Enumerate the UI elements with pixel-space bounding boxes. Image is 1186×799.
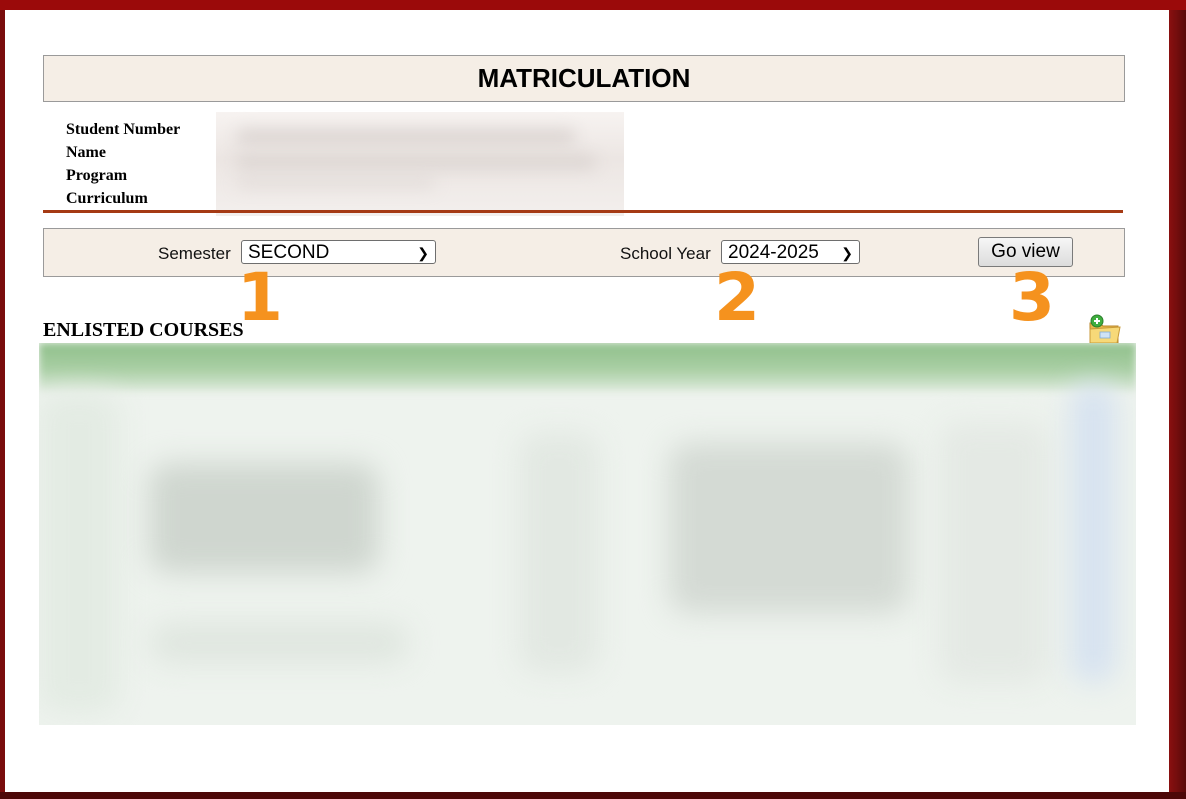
- page-title-banner: MATRICULATION: [43, 55, 1125, 102]
- school-year-label: School Year: [620, 244, 711, 263]
- window-border-right: [1169, 10, 1186, 799]
- info-divider: [43, 210, 1123, 213]
- page-title: MATRICULATION: [477, 63, 691, 93]
- student-number-label: Student Number: [66, 121, 181, 138]
- chevron-down-icon: ❯: [841, 245, 853, 261]
- semester-label: Semester: [158, 244, 231, 263]
- table-header: [39, 343, 1136, 391]
- window-border-bottom: [0, 792, 1186, 799]
- step-marker-3: 3: [1009, 259, 1055, 336]
- redacted-student-info: [216, 112, 624, 216]
- section-title: ENLISTED COURSES: [43, 319, 244, 341]
- step-marker-1: 1: [237, 259, 283, 336]
- filter-bar: Semester SECOND ❯ School Year 2024-2025 …: [43, 228, 1125, 277]
- name-label: Name: [66, 144, 106, 161]
- enlisted-courses-table-redacted: [39, 343, 1136, 725]
- page-content: MATRICULATION Student Number Name Progra…: [5, 10, 1169, 792]
- step-marker-2: 2: [714, 259, 760, 336]
- chevron-down-icon: ❯: [417, 245, 429, 261]
- program-label: Program: [66, 167, 128, 184]
- student-info-labels: Student Number Name Program Curriculum: [66, 121, 180, 213]
- browser-top-bar: [0, 0, 1186, 10]
